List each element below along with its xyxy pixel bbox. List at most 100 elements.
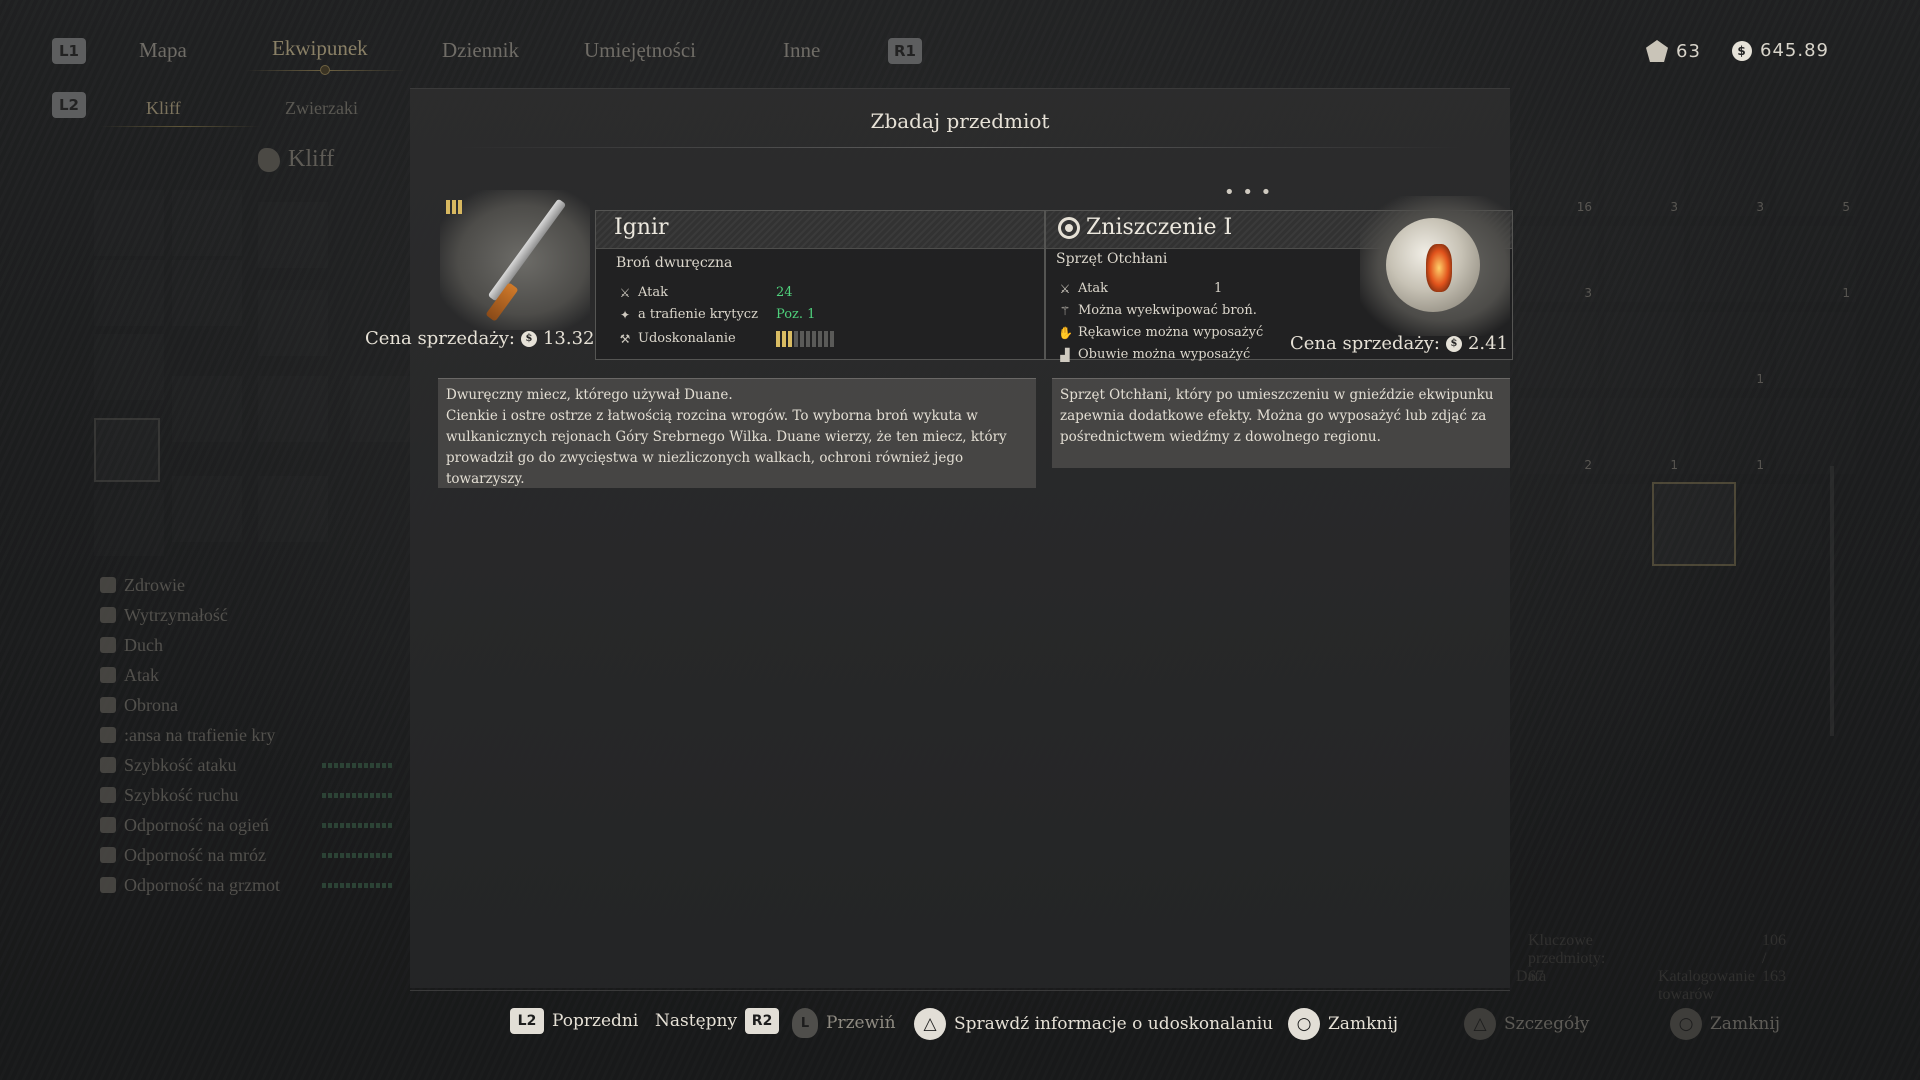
subtab-pets[interactable]: Zwierzaki (285, 98, 358, 119)
item-count: 1 (1842, 286, 1850, 300)
tab-skills[interactable]: Umiejętności (584, 38, 696, 63)
stat-label: :ansa na trafienie kry (124, 724, 276, 745)
item-count: 1 (1670, 458, 1678, 472)
tab-journal[interactable]: Dziennik (442, 38, 519, 63)
selected-equipment-slot[interactable] (94, 418, 160, 482)
r2-button-icon: R2 (745, 1008, 780, 1034)
details-hint[interactable]: △ Szczegóły (1464, 1008, 1589, 1040)
abyss-type: Sprzęt Otchłani (1056, 251, 1168, 267)
abyss-name: Zniszczenie I (1086, 215, 1233, 240)
inventory-slot[interactable] (1690, 226, 1770, 302)
background-close-label: Zamknij (1710, 1014, 1781, 1034)
more-options-icon[interactable]: • • • (1224, 182, 1272, 203)
inventory-slot[interactable]: 1 (1690, 312, 1770, 388)
scroll-hint[interactable]: L Przewiń (792, 1008, 896, 1038)
inventory-slot[interactable] (1604, 312, 1684, 388)
sell-value: 2.41 (1467, 333, 1509, 354)
spirit-icon (100, 637, 116, 653)
inventory-slot[interactable]: 1 (1690, 398, 1770, 474)
inventory-scrollbar[interactable] (1830, 466, 1834, 736)
inventory-slot[interactable]: 2 (1518, 398, 1598, 474)
inventory-slot[interactable]: 1 (1604, 398, 1684, 474)
stat-label: Szybkość ruchu (124, 784, 239, 805)
item-count: 16 (1576, 200, 1592, 214)
abyss-image (1360, 196, 1510, 336)
previous-label: Poprzedni (552, 1011, 639, 1031)
inventory-slot[interactable] (1776, 312, 1856, 388)
stat-label: Wytrzymałość (124, 604, 228, 625)
tab-map[interactable]: Mapa (139, 38, 187, 63)
item-count: 3 (1670, 200, 1678, 214)
tab-other[interactable]: Inne (783, 38, 820, 63)
inventory-slot[interactable]: 3 (1690, 140, 1770, 216)
flame-icon (100, 817, 116, 833)
boot-icon: ▟ (1060, 347, 1070, 362)
upgrade-level-bar (776, 331, 834, 347)
inventory-capacity: 106 / 163 (1762, 932, 1786, 985)
equipment-slot[interactable] (172, 190, 242, 256)
equipment-slot[interactable] (94, 260, 164, 326)
l2-button-icon[interactable]: L2 (52, 92, 86, 118)
equipment-slot[interactable] (172, 376, 242, 442)
inventory-slot[interactable] (1518, 312, 1598, 388)
r1-button-icon[interactable]: R1 (888, 38, 922, 64)
equipment-slot[interactable] (94, 490, 164, 556)
crit-icon (100, 727, 116, 743)
equipment-slot[interactable] (258, 290, 328, 356)
l2-button-icon: L2 (510, 1008, 544, 1034)
inventory-slot[interactable] (1742, 484, 1822, 560)
inventory-slot[interactable] (1568, 484, 1648, 560)
inventory-slot[interactable]: 3 (1518, 226, 1598, 302)
stat-fire-res: Odporność na ogień (100, 810, 392, 840)
subtab-kliff[interactable]: Kliff (146, 98, 181, 119)
next-hint[interactable]: Następny R2 (655, 1008, 780, 1034)
attack-value: 24 (776, 285, 793, 300)
tab-inventory[interactable]: Ekwipunek (272, 36, 368, 61)
stat-stamina: Wytrzymałość (100, 600, 280, 630)
inventory-slot[interactable]: 16 (1518, 140, 1598, 216)
gloves-equip-row: ✋ Rękawice można wyposażyć (1058, 325, 1263, 340)
weapon-stat-card: Ignir Broń dwuręczna ⚔ Atak 24 ✦ a trafi… (595, 210, 1045, 360)
item-count: 3 (1756, 200, 1764, 214)
details-label: Szczegóły (1504, 1014, 1590, 1034)
stat-bar (322, 763, 392, 768)
scroll-label: Przewiń (826, 1013, 896, 1033)
abyss-orb (1386, 218, 1480, 312)
inventory-slot[interactable]: 1 (1776, 226, 1856, 302)
inventory-slot[interactable] (1604, 226, 1684, 302)
equipment-slot[interactable] (258, 376, 328, 442)
upgrade-info-hint[interactable]: △ Sprawdź informacje o udoskonalaniu (914, 1008, 1273, 1040)
equipment-slot[interactable] (172, 476, 242, 542)
catalog-label[interactable]: Katalogowanie towarów (1658, 968, 1755, 1004)
stat-label: a trafienie krytycz (638, 307, 758, 322)
character-icon (258, 148, 280, 172)
info-line: Rękawice można wyposażyć (1078, 325, 1264, 340)
inventory-slot[interactable]: 5 (1776, 140, 1856, 216)
equipment-slot[interactable] (94, 334, 164, 400)
sword-icon: ⚔ (619, 285, 631, 300)
circle-button-icon: ○ (1288, 1008, 1320, 1040)
selected-inventory-slot[interactable] (1652, 482, 1736, 566)
inventory-slot[interactable]: 3 (1604, 140, 1684, 216)
gem-count: 63 (1676, 40, 1701, 62)
inventory-slot[interactable] (1776, 398, 1856, 474)
close-hint[interactable]: ○ Zamknij (1288, 1008, 1398, 1040)
equipment-slot[interactable] (258, 202, 328, 268)
shield-icon (100, 697, 116, 713)
sword-icon: ⚔ (1059, 281, 1071, 296)
background-close-hint[interactable]: ○ Zamknij (1670, 1008, 1780, 1040)
snowflake-icon (100, 847, 116, 863)
equipment-slot[interactable] (172, 260, 242, 326)
upgrade-info-label: Sprawdź informacje o udoskonalaniu (954, 1014, 1274, 1034)
sort-label[interactable]: Data (1516, 968, 1546, 986)
previous-hint[interactable]: L2 Poprzedni (510, 1008, 638, 1034)
stat-attack: Atak (100, 660, 280, 690)
stat-crit: :ansa na trafienie kry (100, 720, 280, 750)
equipment-slot[interactable] (258, 476, 328, 542)
l1-button-icon[interactable]: L1 (52, 38, 86, 64)
weapon-equip-row: ⚚ Można wyekwipować broń. (1058, 303, 1257, 318)
stat-label: Udoskonalanie (638, 331, 736, 346)
sell-value: 13.32 (542, 328, 595, 349)
equipment-slot[interactable] (94, 190, 164, 256)
stat-label: Zdrowie (124, 574, 185, 595)
